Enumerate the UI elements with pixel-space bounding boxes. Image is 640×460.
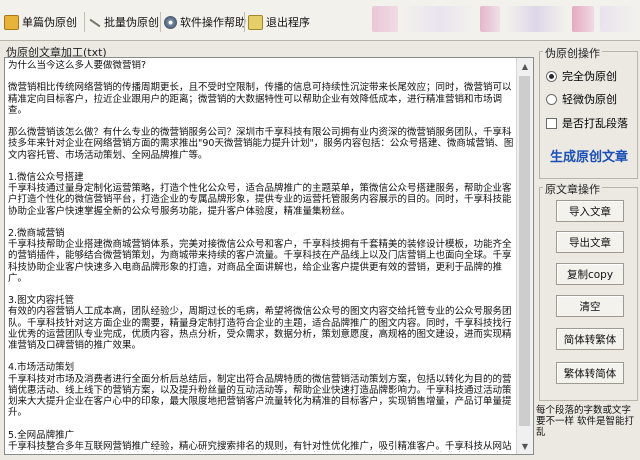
scrollbar-thumb[interactable] bbox=[519, 76, 530, 426]
toolbar-divider bbox=[84, 12, 85, 32]
blurred-banner bbox=[600, 6, 636, 32]
vertical-scrollbar[interactable]: ▲ ▼ bbox=[516, 58, 533, 454]
copy-button[interactable]: 复制copy bbox=[556, 263, 624, 285]
toolbar: 单篇伪原创 批量伪原创 软件操作帮助 退出程序 bbox=[0, 0, 640, 41]
single-pseudo-original-button[interactable]: 单篇伪原创 bbox=[4, 13, 77, 31]
radio-light-pseudo[interactable]: 轻微伪原创 bbox=[546, 91, 617, 107]
exit-label: 退出程序 bbox=[266, 16, 310, 29]
operations-group-title: 原文章操作 bbox=[543, 181, 602, 197]
article-editor[interactable]: 为什么当今这么多人要做微营销? 微营销相比传统网络营销的传播周期更长，且不受时空… bbox=[4, 57, 534, 455]
scroll-up-icon[interactable]: ▲ bbox=[517, 58, 533, 74]
checkbox-icon bbox=[546, 117, 557, 129]
batch-pseudo-original-label: 批量伪原创 bbox=[104, 16, 159, 29]
generate-article-button[interactable]: 生成原创文章 bbox=[545, 138, 633, 172]
folder-icon bbox=[4, 14, 19, 30]
radio-light-label: 轻微伪原创 bbox=[562, 93, 617, 106]
options-group-title: 伪原创操作 bbox=[543, 45, 602, 61]
blurred-banner bbox=[372, 6, 398, 32]
blurred-banner bbox=[404, 6, 474, 32]
blurred-banner bbox=[572, 6, 594, 32]
exit-icon bbox=[248, 14, 263, 30]
toolbar-divider bbox=[244, 12, 245, 32]
radio-selected-icon bbox=[546, 70, 557, 82]
single-pseudo-original-label: 单篇伪原创 bbox=[22, 16, 77, 29]
batch-pseudo-original-button[interactable]: 批量伪原创 bbox=[88, 13, 159, 31]
radio-full-label: 完全伪原创 bbox=[562, 70, 617, 83]
help-button[interactable]: 软件操作帮助 bbox=[164, 13, 246, 31]
blurred-banner bbox=[480, 6, 500, 32]
shuffle-paragraphs-label: 是否打乱段落 bbox=[562, 117, 628, 130]
export-article-button[interactable]: 导出文章 bbox=[556, 231, 624, 253]
clear-button[interactable]: 清空 bbox=[556, 295, 624, 317]
paragraph-note: 每个段落的字数或文字要不一样 软件是智能打乱 bbox=[536, 405, 635, 438]
pen-icon bbox=[88, 16, 101, 29]
simplified-to-traditional-button[interactable]: 简体转繁体 bbox=[556, 328, 624, 350]
import-article-button[interactable]: 导入文章 bbox=[556, 200, 624, 222]
scroll-down-icon[interactable]: ▼ bbox=[517, 438, 533, 454]
radio-unselected-icon bbox=[546, 93, 557, 105]
help-label: 软件操作帮助 bbox=[180, 16, 246, 29]
shuffle-paragraphs-checkbox[interactable]: 是否打乱段落 bbox=[546, 115, 628, 131]
blurred-banner bbox=[506, 6, 566, 32]
article-text[interactable]: 为什么当今这么多人要做微营销? 微营销相比传统网络营销的传播周期更长，且不受时空… bbox=[8, 60, 516, 452]
gear-icon bbox=[164, 15, 177, 29]
toolbar-divider bbox=[160, 12, 161, 32]
radio-full-pseudo[interactable]: 完全伪原创 bbox=[546, 68, 617, 84]
traditional-to-simplified-button[interactable]: 繁体转简体 bbox=[556, 362, 624, 384]
exit-button[interactable]: 退出程序 bbox=[248, 13, 310, 31]
